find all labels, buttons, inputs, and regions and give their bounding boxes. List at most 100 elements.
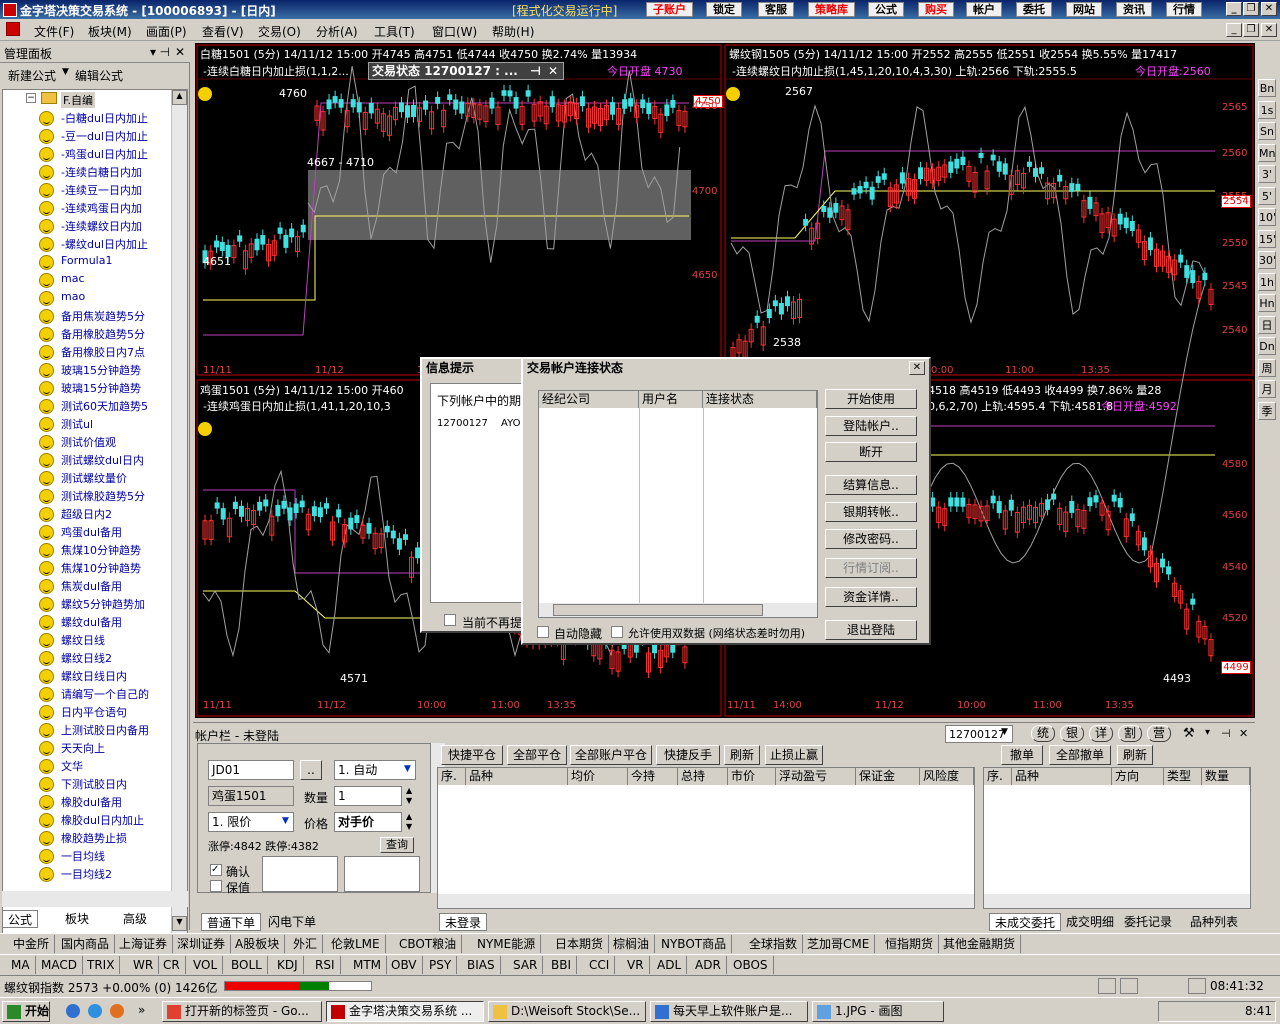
tab-flash-order[interactable]: 闪电下单 [263, 913, 321, 931]
formula-item[interactable]: -白糖dul日内加止 [39, 110, 179, 128]
tools-icon[interactable]: ⚒ [1183, 726, 1195, 741]
period-button-13[interactable]: 周 [1258, 358, 1276, 377]
formula-item[interactable]: 测试橡胶趋势5分 [39, 488, 179, 506]
mode-dropdown-icon[interactable]: ▼ [404, 764, 411, 774]
formula-item[interactable]: 玻璃15分钟趋势 [39, 380, 179, 398]
dropdown-arrow-icon[interactable]: ▼ [62, 67, 69, 77]
menu-0[interactable]: 文件(F) [34, 23, 74, 40]
formula-item[interactable]: 一目均线 [39, 848, 179, 866]
market-tab-3[interactable]: 深圳证券 [172, 935, 232, 953]
pin-icon[interactable]: ▾ [150, 45, 156, 59]
order-action-0[interactable]: 撤单 [1001, 745, 1043, 765]
collapse-icon[interactable]: − [26, 93, 36, 103]
market-tab-15[interactable]: 其他金融期货 [938, 935, 1022, 953]
formula-item[interactable]: 文华 [39, 758, 179, 776]
titlebar-button-2[interactable]: 客服 [758, 2, 794, 17]
market-tab-1[interactable]: 国内商品 [56, 935, 116, 953]
indicator-12[interactable]: BIAS [462, 956, 501, 974]
conn-button-3[interactable]: 结算信息.. [825, 475, 917, 495]
period-button-1[interactable]: 1s [1258, 100, 1276, 119]
period-button-15[interactable]: 季 [1258, 401, 1276, 420]
dual-data-checkbox[interactable] [611, 626, 623, 638]
sell-button[interactable] [344, 856, 420, 892]
dont-show-checkbox[interactable] [444, 614, 456, 626]
formula-item[interactable]: 测试价值观 [39, 434, 179, 452]
account-tool-4[interactable]: 营 [1147, 725, 1171, 742]
indicator-14[interactable]: BBI [546, 956, 578, 974]
taskbar-item-3[interactable]: 每天早上软件账户是... [650, 1001, 808, 1022]
market-tab-10[interactable]: 棕榈油 [608, 935, 656, 953]
titlebar-button-8[interactable]: 网站 [1066, 2, 1102, 17]
hedge-checkbox[interactable] [210, 880, 222, 892]
market-tab-13[interactable]: 芝加哥CME [802, 935, 876, 953]
orders-table[interactable]: 序. 品种 方向 类型 数量 [983, 767, 1251, 909]
position-action-4[interactable]: 刷新 [724, 745, 760, 765]
symbol-code-input[interactable]: JD01 [208, 760, 294, 780]
position-col-2[interactable]: 均价 [568, 768, 628, 785]
formula-item[interactable]: mao [39, 290, 179, 308]
formula-item[interactable]: 备用橡胶趋势5分 [39, 326, 179, 344]
formula-item[interactable]: -鸡蛋dul日内加止 [39, 146, 179, 164]
titlebar-button-7[interactable]: 委托 [1016, 2, 1052, 17]
indicator-17[interactable]: ADL [652, 956, 688, 974]
conn-button-2[interactable]: 断开 [825, 442, 917, 462]
account-tool-0[interactable]: 统 [1031, 725, 1055, 742]
tab-normal-order[interactable]: 普通下单 [201, 913, 262, 931]
more-icon[interactable]: » [138, 1003, 145, 1017]
formula-item[interactable]: 玻璃15分钟趋势 [39, 362, 179, 380]
taskbar-item-2[interactable]: D:\Weisoft Stock\Se... [488, 1001, 646, 1022]
order-action-1[interactable]: 全部撤单 [1049, 745, 1111, 765]
folder-label[interactable]: F.自编 [61, 92, 96, 108]
alert-icon[interactable] [1120, 978, 1138, 994]
formula-item[interactable]: Formula1 [39, 254, 179, 272]
titlebar-button-4[interactable]: 公式 [868, 2, 904, 17]
position-col-6[interactable]: 浮动盈亏 [776, 768, 856, 785]
order-col-2[interactable]: 方向 [1112, 768, 1164, 785]
connection-table[interactable]: 经纪公司 用户名 连接状态 [538, 390, 818, 618]
minimize-button[interactable]: _ [1226, 2, 1242, 16]
conn-button-1[interactable]: 登陆帐户.. [825, 416, 917, 436]
query-button[interactable]: 查询 [380, 837, 414, 853]
indicator-0[interactable]: MA [6, 956, 36, 974]
position-action-1[interactable]: 全部平仓 [507, 745, 567, 765]
ie2-icon[interactable] [88, 1004, 102, 1018]
float-close-icon[interactable]: ✕ [548, 63, 558, 79]
formula-item[interactable]: 测试螺纹dul日内 [39, 452, 179, 470]
indicator-2[interactable]: TRIX [82, 956, 121, 974]
period-button-11[interactable]: 日 [1258, 315, 1276, 334]
account-tool-2[interactable]: 详 [1089, 725, 1113, 742]
notepad-icon[interactable] [1188, 978, 1206, 994]
period-button-14[interactable]: 月 [1258, 380, 1276, 398]
price-input[interactable]: 对手价 [334, 812, 402, 832]
market-tab-14[interactable]: 恒指期货 [880, 935, 940, 953]
taskbar-item-4[interactable]: 1.JPG - 画图 [812, 1001, 944, 1022]
period-button-4[interactable]: 3' [1258, 165, 1276, 183]
mdi-minimize-button[interactable]: _ [1226, 23, 1242, 37]
order-col-0[interactable]: 序. [984, 768, 1012, 785]
scroll-up-icon[interactable]: ▲ [172, 90, 187, 105]
trade-status-float[interactable]: 交易状态 12700127 : ... ⊣ ✕ [368, 62, 564, 80]
period-button-8[interactable]: 30' [1258, 251, 1276, 269]
formula-item[interactable]: 备用焦炭趋势5分 [39, 308, 179, 326]
restore-button[interactable]: ❐ [1243, 2, 1259, 16]
formula-item[interactable]: 螺纹日线 [39, 632, 179, 650]
period-button-0[interactable]: Bn [1258, 79, 1276, 97]
menu-4[interactable]: 交易(O) [258, 23, 301, 40]
tab-formula[interactable]: 公式 [2, 910, 39, 928]
position-col-3[interactable]: 今持 [628, 768, 678, 785]
formula-item[interactable]: 测试螺纹量价 [39, 470, 179, 488]
col-username[interactable]: 用户名 [639, 391, 703, 408]
titlebar-button-10[interactable]: 行情 [1166, 2, 1202, 17]
menu-3[interactable]: 查看(V) [202, 23, 244, 40]
indicator-5[interactable]: VOL [188, 956, 224, 974]
indicator-3[interactable]: WR [128, 956, 160, 974]
table-hscrollbar[interactable] [539, 603, 817, 617]
bottom-tab-1[interactable]: 成交明细 [1061, 913, 1119, 931]
orders-hscrollbar[interactable] [984, 894, 1250, 908]
indicator-8[interactable]: RSI [310, 956, 341, 974]
mdi-restore-button[interactable]: ❐ [1243, 23, 1259, 37]
formula-item[interactable]: 螺纹5分钟趋势加 [39, 596, 179, 614]
position-action-3[interactable]: 快捷反手 [656, 745, 720, 765]
bottom-tab-0[interactable]: 未成交委托 [989, 913, 1062, 931]
positions-table[interactable]: 序. 品种 均价 今持 总持 市价 浮动盈亏 保证金 风险度 [437, 767, 975, 909]
